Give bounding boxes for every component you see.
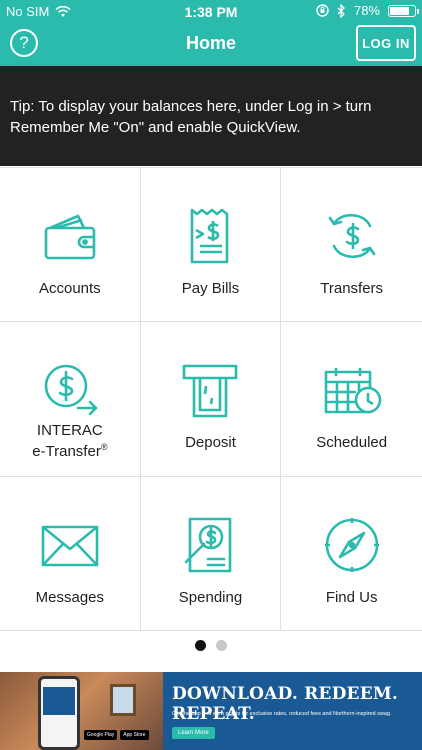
compass-icon bbox=[324, 517, 379, 572]
promo-banner[interactable]: Google Play App Store DOWNLOAD. REDEEM. … bbox=[0, 672, 422, 750]
tile-label: Find Us bbox=[325, 588, 378, 606]
page-dot-1[interactable] bbox=[195, 640, 206, 651]
tile-transfers[interactable]: Transfers bbox=[281, 168, 422, 323]
tile-label: Deposit bbox=[185, 434, 236, 452]
tile-label: Pay Bills bbox=[181, 280, 240, 297]
learn-more-button[interactable]: Learn More bbox=[172, 727, 215, 739]
google-play-badge[interactable]: Google Play bbox=[84, 730, 118, 740]
tile-deposit[interactable]: Deposit bbox=[140, 322, 282, 477]
login-button[interactable]: LOG IN bbox=[356, 25, 416, 61]
promo-subtext: Get the app and earn points for exclusiv… bbox=[172, 711, 392, 717]
etransfer-icon bbox=[44, 365, 98, 416]
bluetooth-icon bbox=[337, 3, 345, 18]
atm-deposit-icon bbox=[183, 365, 238, 418]
spending-report-icon bbox=[185, 517, 232, 572]
tile-scheduled[interactable]: Scheduled bbox=[281, 322, 422, 477]
menu-grid: Accounts Pay Bills Transfers INTERAC e-T… bbox=[0, 167, 422, 631]
page-dot-2[interactable] bbox=[216, 640, 227, 651]
tile-interac-etransfer[interactable]: INTERAC e-Transfer® bbox=[0, 322, 141, 477]
app-store-badge[interactable]: App Store bbox=[120, 730, 149, 740]
tile-label: Spending bbox=[178, 588, 243, 606]
envelope-icon bbox=[41, 525, 99, 566]
tile-label: INTERAC e-Transfer® bbox=[32, 422, 108, 461]
app-header: No SIM 1:38 PM 78% ? Home LOG IN bbox=[0, 0, 422, 66]
transfer-icon bbox=[328, 213, 375, 259]
tile-messages[interactable]: Messages bbox=[0, 476, 141, 631]
phone-image bbox=[38, 676, 80, 750]
tip-text: Tip: To display your balances here, unde… bbox=[10, 98, 372, 136]
store-badges: Google Play App Store bbox=[84, 730, 149, 740]
calendar-clock-icon bbox=[324, 368, 381, 414]
page-indicator bbox=[0, 640, 422, 651]
battery-icon bbox=[388, 4, 419, 17]
tile-label: Transfers bbox=[320, 280, 384, 297]
promo-headline: DOWNLOAD. REDEEM. REPEAT. bbox=[172, 684, 398, 724]
tile-label: Scheduled bbox=[316, 434, 388, 452]
battery-percent: 78% bbox=[353, 3, 380, 18]
tile-label: Accounts bbox=[38, 280, 101, 297]
tile-label: Messages bbox=[35, 588, 105, 606]
bill-icon bbox=[191, 208, 229, 264]
picture-frame-image bbox=[110, 684, 136, 716]
tile-pay-bills[interactable]: Pay Bills bbox=[140, 168, 282, 323]
wallet-icon bbox=[44, 214, 96, 260]
tile-spending[interactable]: Spending bbox=[140, 476, 282, 631]
quickview-tip: Tip: To display your balances here, unde… bbox=[0, 66, 422, 166]
status-bar: No SIM 1:38 PM 78% bbox=[0, 0, 422, 22]
tile-find-us[interactable]: Find Us bbox=[281, 477, 422, 631]
orientation-lock-icon bbox=[316, 4, 329, 17]
tile-accounts[interactable]: Accounts bbox=[0, 168, 141, 323]
